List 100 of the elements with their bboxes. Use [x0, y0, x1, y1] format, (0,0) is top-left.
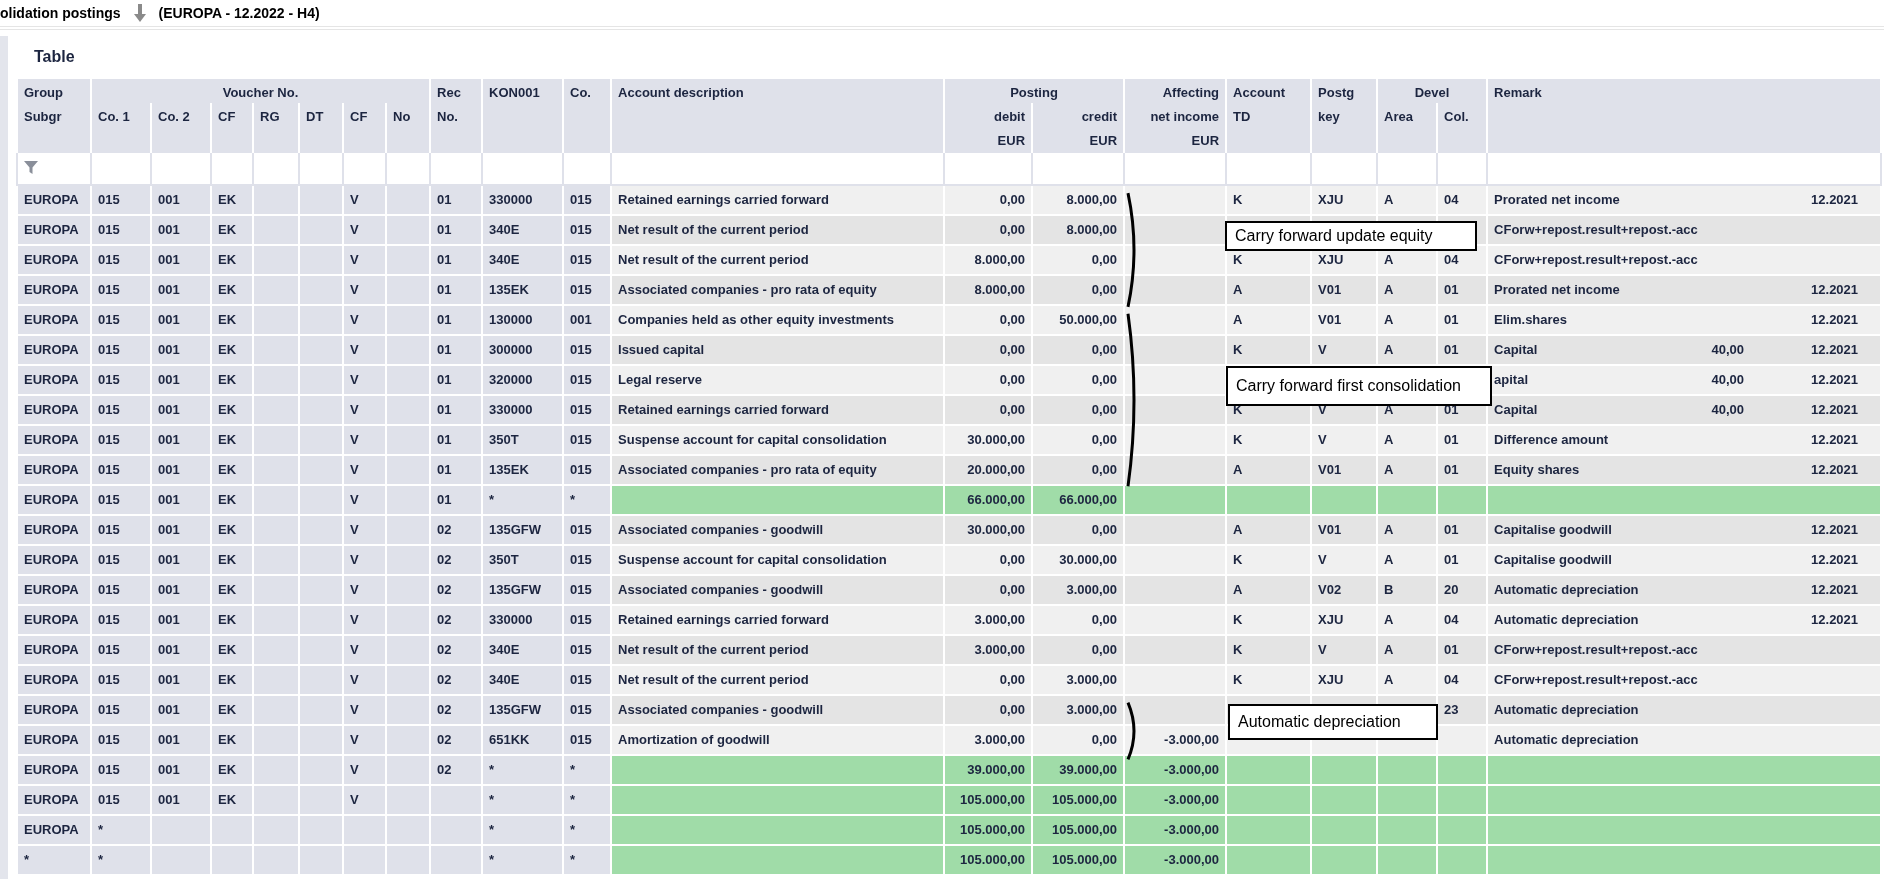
table-cell: Net result of the current period — [618, 641, 809, 657]
table-cell: 02 — [437, 671, 452, 687]
table-cell: 0,00 — [999, 581, 1026, 597]
table-cell: Capitalise goodwill — [1494, 521, 1612, 537]
table-cell: 651KK — [489, 731, 530, 747]
table-cell: V — [350, 551, 359, 567]
table-cell: V — [350, 761, 359, 777]
table-cell: 340E — [489, 221, 520, 237]
table-cell: EK — [218, 551, 237, 567]
column-header: Affecting — [1124, 79, 1227, 103]
table-cell: 135EK — [489, 461, 529, 477]
table-cell: 105.000,00 — [1051, 821, 1118, 837]
table-cell: EUROPA — [24, 221, 79, 237]
table-cell: 350T — [489, 431, 519, 447]
table-cell: EUROPA — [24, 461, 79, 477]
column-header: Remark — [1487, 79, 1882, 152]
table-cell: 015 — [570, 401, 592, 417]
table-cell: 015 — [570, 191, 592, 207]
table-cell: 015 — [98, 731, 120, 747]
table-cell: 130000 — [489, 311, 533, 327]
table-cell: V — [350, 491, 359, 507]
table-cell: 0,00 — [999, 671, 1026, 687]
table-cell: V — [1318, 341, 1327, 357]
table-cell: V — [350, 371, 359, 387]
table-cell: 0,00 — [1091, 731, 1118, 747]
column-header: DT — [299, 103, 343, 152]
table-cell: 01 — [1444, 461, 1459, 477]
table-cell: 340E — [489, 251, 520, 267]
table-cell: 0,00 — [1091, 251, 1118, 267]
table-cell: 001 — [158, 731, 180, 747]
table-cell: EUROPA — [24, 281, 79, 297]
column-header: key — [1311, 103, 1378, 152]
table-cell: * — [570, 851, 576, 867]
table-cell: EK — [218, 311, 237, 327]
down-arrow-icon[interactable] — [132, 4, 147, 22]
table-cell: Retained earnings carried forward — [618, 611, 829, 627]
table-cell: 30.000,00 — [967, 521, 1026, 537]
table-cell: EUROPA — [24, 191, 79, 207]
table-cell: A — [1233, 581, 1243, 597]
table-cell: 0,00 — [1091, 521, 1118, 537]
table-cell: 01 — [437, 341, 452, 357]
table-cell: XJU — [1318, 671, 1344, 687]
table-cell: 12.2021 — [1811, 551, 1859, 567]
table-cell: 001 — [158, 221, 180, 237]
table-cell: A — [1384, 311, 1394, 327]
table-cell: 001 — [158, 521, 180, 537]
table-cell: Automatic depreciation — [1494, 581, 1639, 597]
table-cell: V01 — [1318, 521, 1342, 537]
filter-icon[interactable] — [24, 161, 38, 175]
table-cell: * — [98, 851, 104, 867]
table-cell: 12.2021 — [1811, 191, 1859, 207]
table-cell: A — [1384, 551, 1394, 567]
table-cell: EUROPA — [24, 791, 79, 807]
table-cell: A — [1384, 251, 1394, 267]
column-header: credit — [1032, 103, 1125, 127]
table-cell: 105.000,00 — [959, 791, 1026, 807]
table-cell: EUROPA — [24, 431, 79, 447]
table-cell: EUROPA — [24, 581, 79, 597]
table-cell: 015 — [98, 701, 120, 717]
table-cell: 20 — [1444, 581, 1459, 597]
table-cell: 015 — [570, 341, 592, 357]
table-cell: 0,00 — [1091, 641, 1118, 657]
table-cell: 015 — [570, 671, 592, 687]
table-cell: 04 — [1444, 671, 1459, 687]
table-cell: 330000 — [489, 191, 533, 207]
table-cell: EUROPA — [24, 371, 79, 387]
table-cell: 330000 — [489, 401, 533, 417]
table-cell: V — [350, 641, 359, 657]
table-cell: EUROPA — [24, 251, 79, 267]
table-cell: A — [1384, 461, 1394, 477]
column-header: CF — [211, 103, 253, 152]
column-header: Devel — [1377, 79, 1488, 103]
table-cell: EK — [218, 641, 237, 657]
table-cell: 015 — [570, 461, 592, 477]
table-cell: 015 — [98, 641, 120, 657]
table-cell: V — [350, 521, 359, 537]
table-cell: EK — [218, 251, 237, 267]
table-cell: 330000 — [489, 611, 533, 627]
table-cell: 015 — [570, 251, 592, 267]
table-cell: EUROPA — [24, 761, 79, 777]
table-cell: 340E — [489, 641, 520, 657]
table-cell: 01 — [437, 371, 452, 387]
table-cell: CForw+repost.result+repost.-acc — [1494, 251, 1698, 267]
table-cell: 20.000,00 — [967, 461, 1026, 477]
table-cell: EUROPA — [24, 401, 79, 417]
table-cell: V — [350, 311, 359, 327]
table-cell: Companies held as other equity investments — [618, 311, 894, 327]
table-cell: K — [1233, 431, 1243, 447]
table-cell: Retained earnings carried forward — [618, 191, 829, 207]
table-cell: 015 — [98, 791, 120, 807]
table-cell: 3.000,00 — [974, 611, 1026, 627]
table-cell: XJU — [1318, 251, 1344, 267]
table-cell: 01 — [437, 191, 452, 207]
table-cell: 3.000,00 — [974, 641, 1026, 657]
table-cell: 015 — [98, 401, 120, 417]
table-cell: EK — [218, 581, 237, 597]
table-cell: 01 — [1444, 311, 1459, 327]
column-header: RG — [253, 103, 299, 152]
table-cell: A — [1233, 521, 1243, 537]
unit-label: EUR — [1124, 127, 1227, 152]
